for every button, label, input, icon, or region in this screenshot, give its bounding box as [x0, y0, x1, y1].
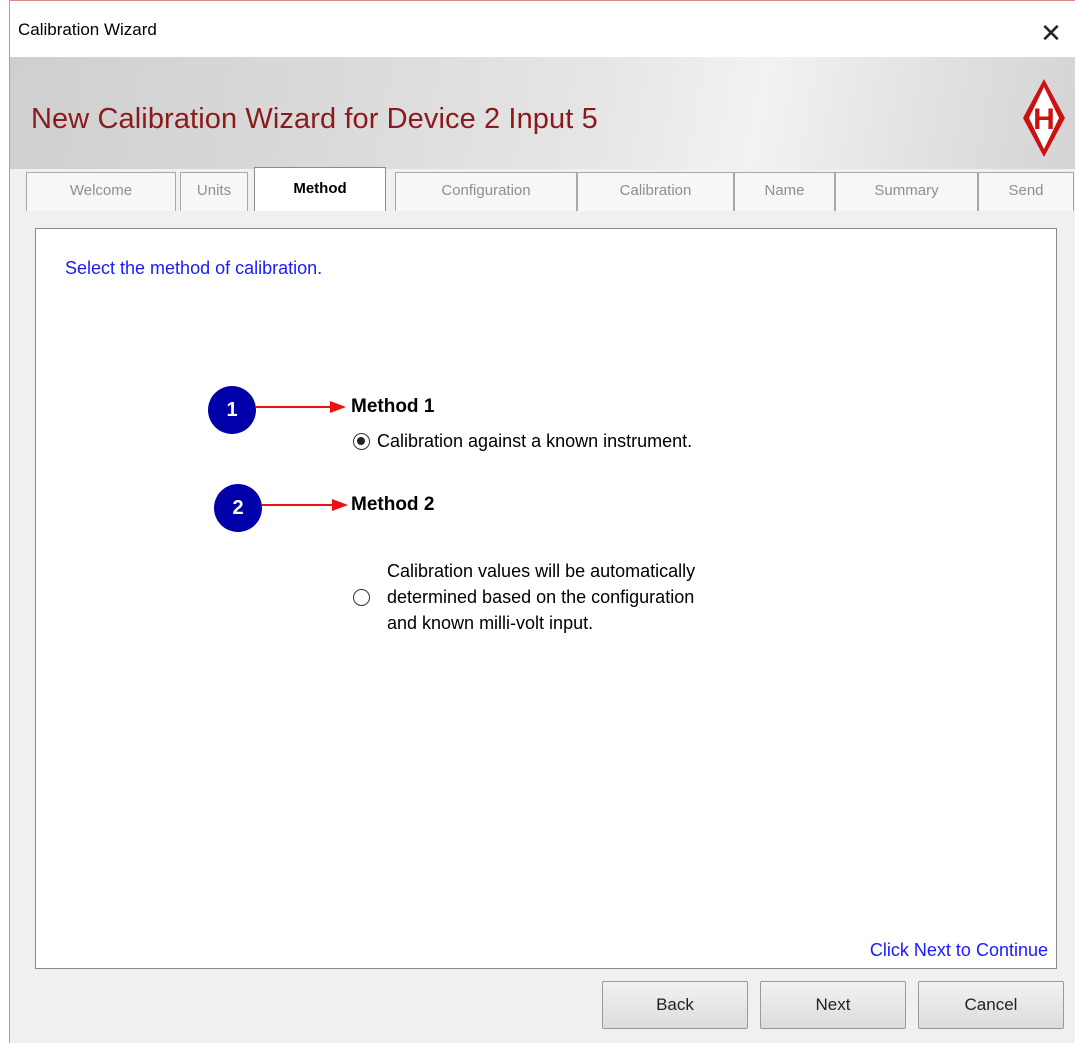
instruction-text: Select the method of calibration.	[65, 258, 323, 278]
tab-method[interactable]: Method	[254, 167, 386, 211]
method-2-option-label[interactable]: Calibration values will be automatically…	[387, 558, 695, 636]
wizard-heading: New Calibration Wizard for Device 2 Inpu…	[31, 103, 598, 135]
back-button[interactable]: Back	[602, 981, 748, 1029]
tab-calibration[interactable]: Calibration	[577, 172, 734, 211]
method-2-radio[interactable]	[353, 589, 370, 606]
tab-name[interactable]: Name	[734, 172, 835, 211]
method-1-radio[interactable]	[353, 433, 370, 450]
method-panel: Select the method of calibration. 1 Meth…	[35, 228, 1057, 969]
method-1-title: Method 1	[351, 396, 435, 417]
arrow-icon	[256, 401, 346, 413]
continue-hint: Click Next to Continue	[869, 940, 1048, 960]
method-2-title: Method 2	[351, 494, 435, 515]
step-badge-2: 2	[214, 484, 262, 532]
tab-welcome[interactable]: Welcome	[26, 172, 176, 211]
close-icon[interactable]: ✕	[1033, 15, 1069, 51]
next-button[interactable]: Next	[760, 981, 906, 1029]
tab-send[interactable]: Send	[978, 172, 1074, 211]
tab-units[interactable]: Units	[180, 172, 248, 211]
svg-text:H: H	[1033, 103, 1055, 136]
method-1-option-label[interactable]: Calibration against a known instrument.	[377, 428, 692, 454]
title-bar: Calibration Wizard ✕	[10, 1, 1075, 57]
brand-logo-icon: H	[1023, 79, 1065, 157]
tab-configuration[interactable]: Configuration	[395, 172, 577, 211]
wizard-tabs: Welcome Units Method Configuration Calib…	[22, 167, 1074, 211]
wizard-banner: New Calibration Wizard for Device 2 Inpu…	[10, 57, 1075, 169]
step-badge-1: 1	[208, 386, 256, 434]
cancel-button[interactable]: Cancel	[918, 981, 1064, 1029]
window-title: Calibration Wizard	[18, 20, 157, 39]
arrow-icon	[262, 499, 348, 511]
calibration-wizard-window: Calibration Wizard ✕ New Calibration Wiz…	[9, 0, 1075, 1043]
tab-summary[interactable]: Summary	[835, 172, 978, 211]
